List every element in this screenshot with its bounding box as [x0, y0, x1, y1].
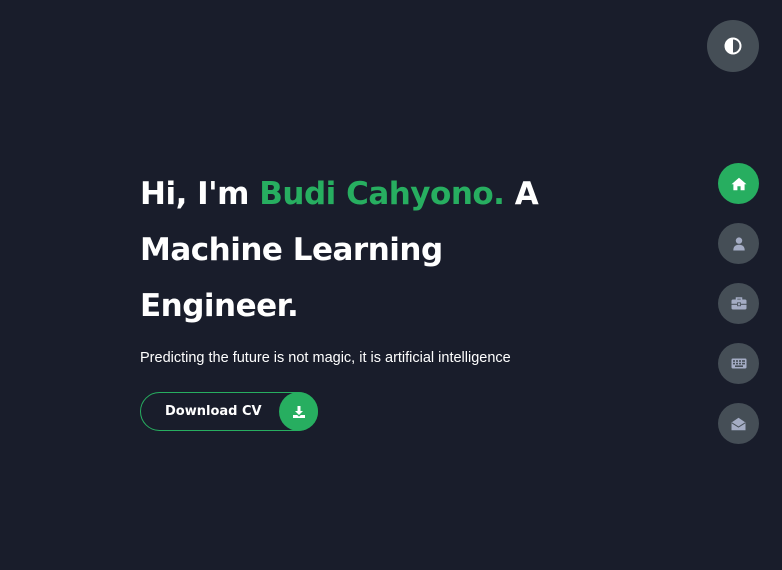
- theme-toggle-button[interactable]: [707, 20, 759, 72]
- role-line-2: Machine Learning: [140, 232, 443, 268]
- role-line-1: A: [504, 176, 539, 212]
- greeting-text: Hi, I'm: [140, 176, 260, 212]
- envelope-open-icon: [731, 417, 746, 431]
- download-icon: [279, 392, 318, 431]
- nav-portfolio-button[interactable]: [718, 283, 759, 324]
- user-icon: [732, 236, 745, 251]
- nav-home-button[interactable]: [718, 163, 759, 204]
- nav-contact-button[interactable]: [718, 403, 759, 444]
- download-cv-button[interactable]: Download CV: [140, 392, 318, 431]
- hero-section: Hi, I'm Budi Cahyono. A Machine Learning E…: [140, 166, 610, 368]
- briefcase-icon: [731, 297, 747, 310]
- half-circle-contrast-icon: [724, 37, 742, 55]
- hero-name: Budi Cahyono.: [259, 176, 505, 212]
- nav-about-button[interactable]: [718, 223, 759, 264]
- page: Hi, I'm Budi Cahyono. A Machine Learning E…: [0, 0, 782, 570]
- nav-blog-button[interactable]: [718, 343, 759, 384]
- hero-subtitle: Predicting the future is not magic, it i…: [140, 350, 511, 366]
- home-icon: [731, 177, 747, 191]
- side-navigation: [718, 163, 759, 444]
- download-cv-label: Download CV: [165, 404, 262, 419]
- keyboard-icon: [731, 358, 747, 369]
- hero-headline: Hi, I'm Budi Cahyono. A Machine Learning E…: [140, 166, 610, 334]
- role-line-3: Engineer.: [140, 288, 299, 324]
